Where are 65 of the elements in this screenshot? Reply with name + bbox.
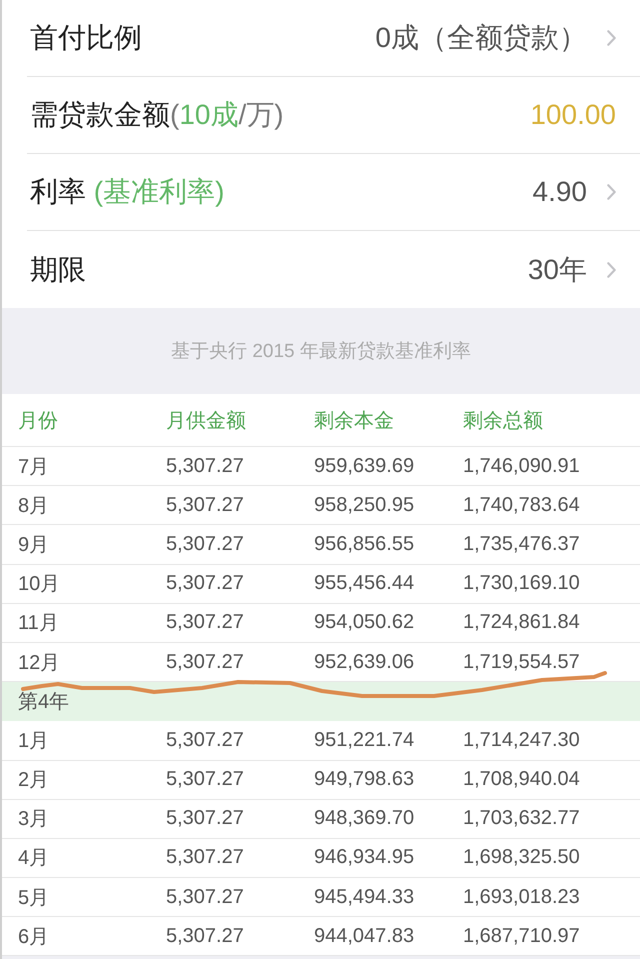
table-cell: 1,714,247.30 bbox=[463, 728, 580, 752]
table-cell: 1,687,710.97 bbox=[463, 924, 580, 948]
table-cell-text: 4月 bbox=[18, 846, 50, 872]
table-cell-text: 12月 bbox=[18, 650, 60, 676]
table-cell: 5,307.27 bbox=[166, 846, 244, 870]
table-cell: 1,708,940.04 bbox=[463, 768, 580, 792]
table-cell: 5,307.27 bbox=[166, 807, 244, 830]
table-cell: 959,639.69 bbox=[314, 454, 414, 478]
table-cell: 5,307.27 bbox=[166, 532, 244, 556]
table-cell: 5,307.27 bbox=[166, 454, 244, 478]
field-value: 0成（全额贷款） bbox=[375, 21, 587, 55]
table-cell-text: 9月 bbox=[18, 532, 50, 558]
table-cell: 1,730,169.10 bbox=[463, 572, 580, 596]
table-cell: 951,221.74 bbox=[314, 728, 414, 752]
table-cell-text: 10月 bbox=[18, 572, 60, 598]
table-cell: 5,307.27 bbox=[166, 768, 244, 792]
table-cell: 952,639.06 bbox=[314, 650, 414, 674]
table-cell: 954,050.62 bbox=[314, 611, 414, 634]
chevron-right-icon[interactable] bbox=[607, 262, 616, 278]
table-cell: 1,724,861.84 bbox=[463, 611, 580, 634]
column-header: 月份 bbox=[18, 408, 58, 434]
table-cell-text: 1月 bbox=[18, 728, 50, 754]
table-cell: 956,856.55 bbox=[314, 532, 414, 556]
table-cell: 958,250.95 bbox=[314, 494, 414, 517]
table-cell: 955,456.44 bbox=[314, 572, 414, 596]
table-cell: 5,307.27 bbox=[166, 611, 244, 634]
chevron-right-icon[interactable] bbox=[607, 184, 616, 200]
table-cell: 949,798.63 bbox=[314, 768, 414, 792]
field-value: 30年 bbox=[528, 252, 587, 286]
table-cell: 948,369.70 bbox=[314, 807, 414, 830]
table-cell: 5,307.27 bbox=[166, 494, 244, 517]
table-cell: 944,047.83 bbox=[314, 924, 414, 948]
table-cell: 5,307.27 bbox=[166, 650, 244, 674]
table-cell: 1,703,632.77 bbox=[463, 807, 580, 830]
table-cell-text: 6月 bbox=[18, 924, 50, 950]
table-cell: 1,735,476.37 bbox=[463, 532, 580, 556]
table-cell: 1,693,018.23 bbox=[463, 886, 580, 909]
column-header: 剩余总额 bbox=[463, 408, 543, 434]
field-label: 首付比例 bbox=[30, 21, 142, 55]
field-value: 4.90 bbox=[532, 176, 587, 208]
field-label: 利率 (基准利率) bbox=[30, 175, 224, 209]
table-cell: 5,307.27 bbox=[166, 572, 244, 596]
table-cell-text: 11月 bbox=[18, 611, 59, 636]
table-cell-text: 7月 bbox=[18, 454, 50, 480]
field-label: 需贷款金额(10成/万) bbox=[30, 98, 284, 132]
table-cell-text: 2月 bbox=[18, 768, 50, 794]
table-cell: 1,740,783.64 bbox=[463, 494, 580, 517]
chevron-right-icon[interactable] bbox=[607, 30, 616, 46]
year-section-header: 第4年 bbox=[2, 682, 640, 722]
column-header: 月供金额 bbox=[166, 408, 246, 434]
table-cell: 5,307.27 bbox=[166, 924, 244, 948]
table-cell: 1,719,554.57 bbox=[463, 650, 580, 674]
table-cell-text: 3月 bbox=[18, 807, 50, 832]
table-cell: 1,746,090.91 bbox=[463, 454, 580, 478]
table-cell: 5,307.27 bbox=[166, 886, 244, 909]
note-text: 基于央行 2015 年最新贷款基准利率 bbox=[171, 340, 471, 364]
field-value: 100.00 bbox=[530, 99, 616, 131]
table-cell: 5,307.27 bbox=[166, 728, 244, 752]
table-cell: 946,934.95 bbox=[314, 846, 414, 870]
field-label: 期限 bbox=[30, 252, 86, 286]
table-cell: 945,494.33 bbox=[314, 886, 414, 909]
column-header: 剩余本金 bbox=[314, 408, 394, 434]
table-cell: 1,698,325.50 bbox=[463, 846, 580, 870]
table-cell-text: 5月 bbox=[18, 886, 50, 911]
table-cell-text: 8月 bbox=[18, 494, 50, 519]
